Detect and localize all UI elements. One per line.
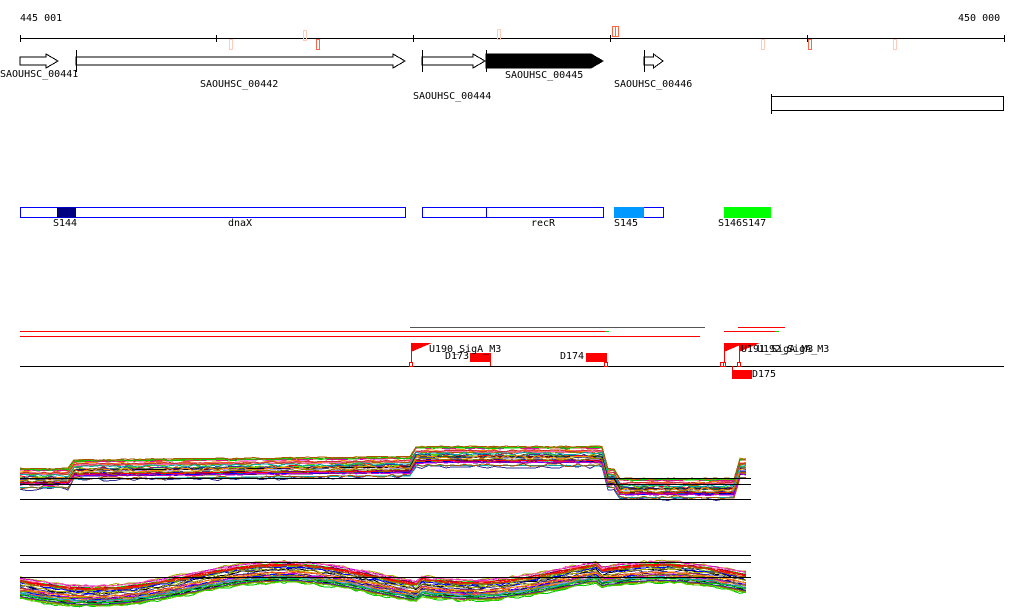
gene-arrow[interactable] bbox=[643, 53, 664, 69]
sequence-marker[interactable] bbox=[229, 39, 233, 50]
sequence-marker[interactable] bbox=[615, 26, 619, 37]
promoter-site bbox=[409, 362, 413, 367]
terminator-label[interactable]: D173 bbox=[445, 352, 469, 362]
gene-label[interactable]: SAOUHSC_00446 bbox=[614, 80, 692, 90]
feature-S144[interactable] bbox=[57, 207, 76, 218]
sequence-marker[interactable] bbox=[893, 39, 897, 50]
gene-label[interactable]: SAOUHSC_00442 bbox=[200, 80, 278, 90]
terminator-block[interactable] bbox=[586, 353, 606, 362]
ruler-start-label: 445 001 bbox=[20, 13, 63, 24]
genome-browser-canvas bbox=[19, 26, 1005, 608]
sequence-marker[interactable] bbox=[808, 39, 812, 50]
gene-arrow[interactable] bbox=[421, 53, 486, 69]
feature-label: S146S147 bbox=[718, 218, 767, 229]
feature-S146S147[interactable] bbox=[724, 207, 771, 218]
feature-label: S144 bbox=[53, 218, 78, 229]
terminator-label[interactable]: D175 bbox=[752, 370, 776, 380]
sequence-marker[interactable] bbox=[316, 39, 320, 50]
terminator-site bbox=[720, 362, 724, 367]
terminator-label[interactable]: D174 bbox=[560, 352, 584, 362]
ruler-end-label: 450 000 bbox=[958, 13, 1001, 24]
promoter-label[interactable]: U192_SigA_M3 bbox=[757, 345, 829, 355]
feature-recR[interactable] bbox=[422, 207, 604, 218]
gene-label[interactable]: SAOUHSC_00444 bbox=[413, 92, 491, 102]
feature-S145[interactable] bbox=[614, 207, 644, 218]
gene-label[interactable]: SAOUHSC_00445 bbox=[505, 71, 583, 81]
gene-arrow[interactable] bbox=[75, 53, 406, 69]
feature-label: S145 bbox=[614, 218, 639, 229]
gene-label[interactable]: SAOUHSC_00441 bbox=[0, 70, 78, 80]
feature-label: dnaX bbox=[228, 218, 253, 229]
gene-arrow[interactable] bbox=[19, 53, 59, 69]
gene-arrow[interactable] bbox=[485, 53, 604, 69]
feature-label: recR bbox=[531, 218, 556, 229]
terminator-block[interactable] bbox=[732, 370, 752, 379]
terminator-site bbox=[604, 362, 608, 367]
feature-dnaX[interactable] bbox=[20, 207, 406, 218]
sequence-marker[interactable] bbox=[761, 39, 765, 50]
region-box[interactable] bbox=[771, 96, 1004, 111]
promoter-site bbox=[737, 362, 741, 367]
